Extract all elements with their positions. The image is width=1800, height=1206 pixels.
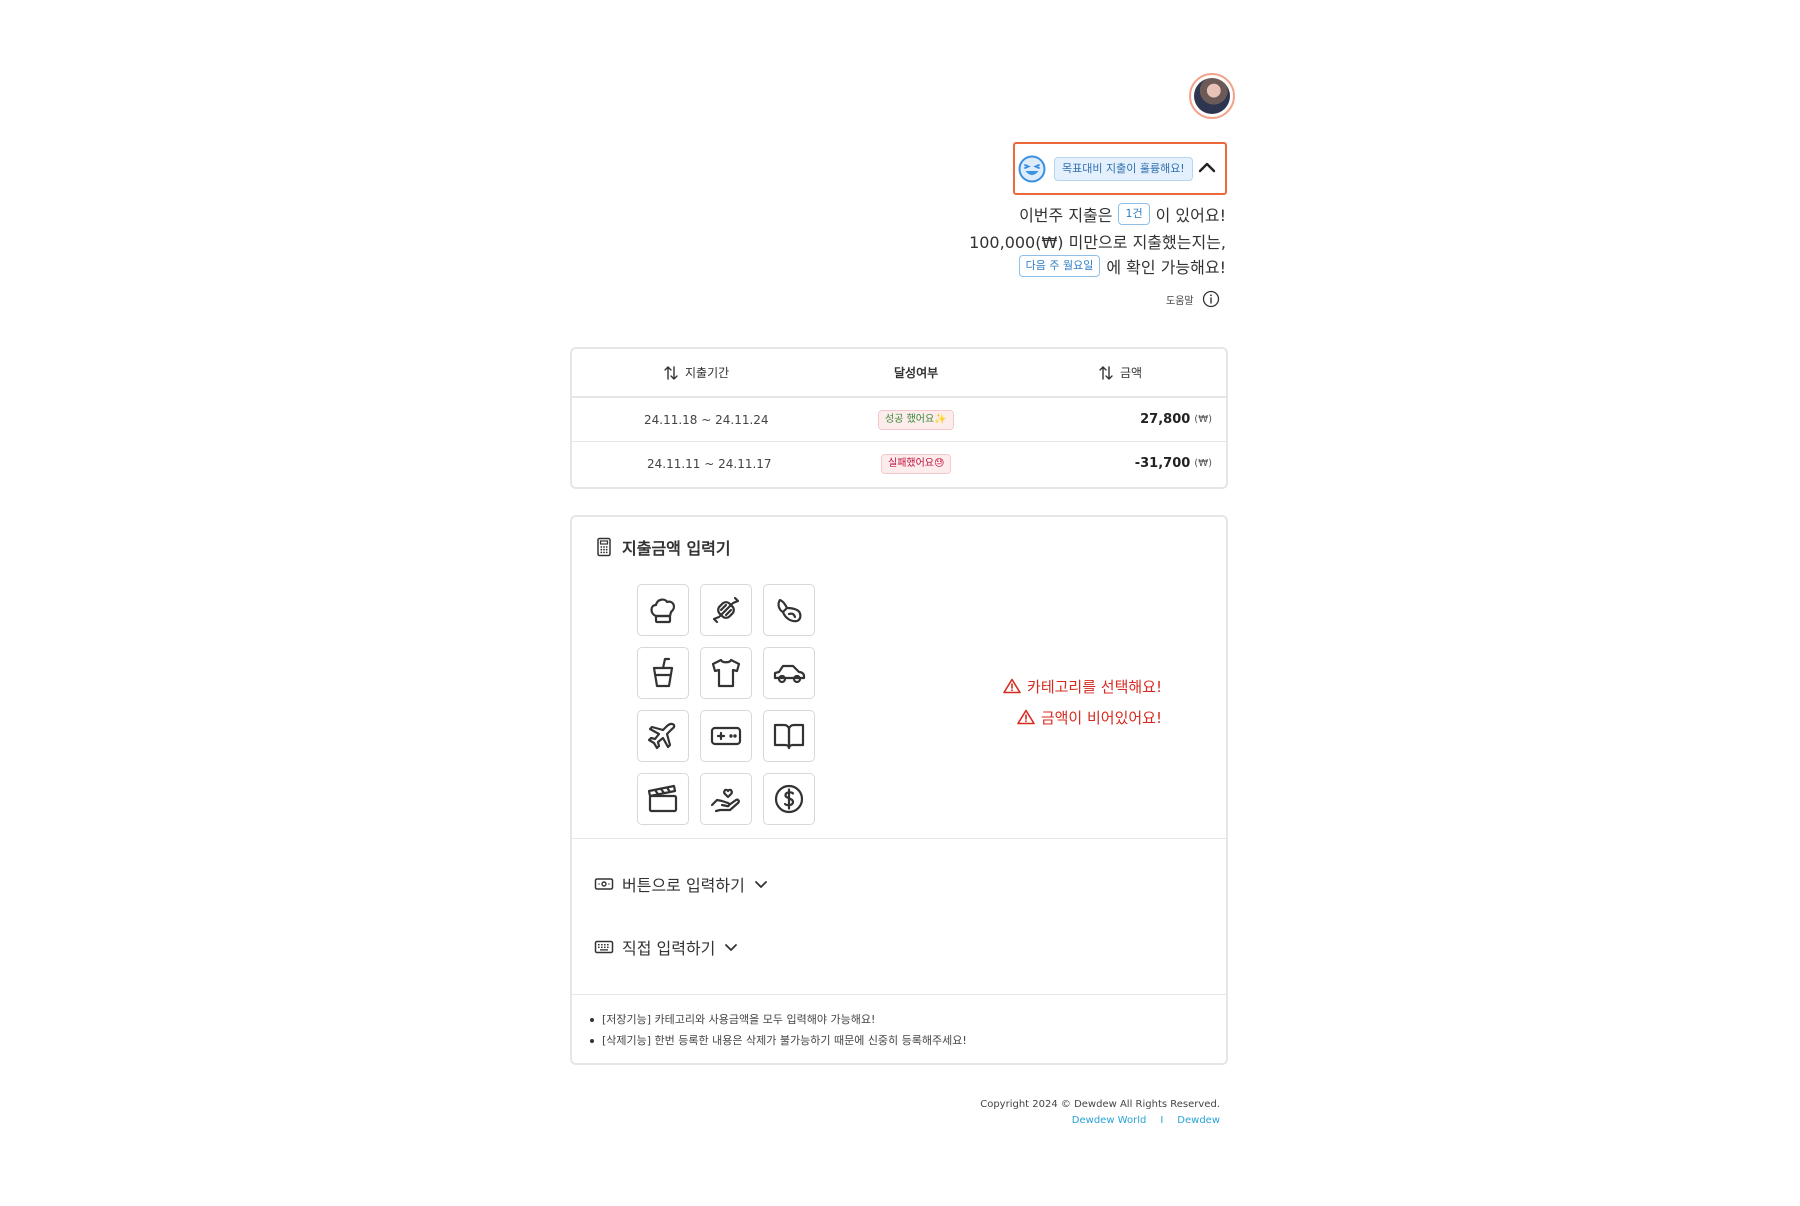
sort-icon (1099, 365, 1113, 380)
car-icon (773, 664, 806, 684)
help-label: 도움말 (1166, 295, 1194, 307)
link-separator: I (1160, 1115, 1164, 1126)
keyboard-icon (594, 940, 614, 954)
divider (572, 838, 1226, 839)
button-input-label: 버튼으로 입력하기 (622, 876, 745, 895)
divider (572, 994, 1226, 995)
shirt-icon (711, 658, 741, 688)
row-period: 24.11.11 ~ 24.11.17 (647, 456, 772, 471)
summary-prefix: 이번주 지출은 (1019, 206, 1113, 225)
count-chip: 1건 (1118, 203, 1150, 225)
status-banner: 목표대비 지출이 훌륭해요! (1013, 142, 1227, 195)
sort-icon (664, 365, 678, 380)
category-drink-button[interactable] (637, 647, 689, 699)
history-table: 지출기간 달성여부 금액 24.11.18 ~ 24.11.24 성공 했어요✨… (570, 347, 1228, 489)
category-snack-button[interactable] (700, 584, 752, 636)
dewdew-world-link[interactable]: Dewdew World (1072, 1113, 1147, 1129)
check-suffix: 에 확인 가능해요! (1106, 258, 1226, 277)
column-amount: 금액 (1120, 366, 1143, 380)
category-clothing-button[interactable] (700, 647, 752, 699)
chevron-down-icon (754, 881, 767, 888)
dewdew-link[interactable]: Dewdew (1177, 1113, 1220, 1129)
category-error-text: 카테고리를 선택해요! (1027, 677, 1162, 696)
category-food-button[interactable] (637, 584, 689, 636)
row-amount: -31,700 (1134, 456, 1191, 471)
table-row: 24.11.18 ~ 24.11.24 성공 했어요✨ 27,800 (₩) (572, 398, 1226, 441)
button-input-toggle[interactable]: 버튼으로 입력하기 (594, 870, 769, 898)
notes-list: [저장기능] 카테고리와 사용금액을 모두 입력해야 가능해요! [삭제기능] … (590, 1009, 967, 1051)
expense-input-panel: 지출금액 입력기 카테고리를 선택해요! 금액이 비어있어요! 버튼으로 입력하… (570, 515, 1228, 1065)
column-result-label: 달성여부 (894, 366, 939, 380)
drink-cup-icon (652, 657, 674, 688)
croissant-icon (777, 598, 802, 623)
row-unit: (₩) (1194, 414, 1212, 425)
row-period: 24.11.18 ~ 24.11.24 (644, 412, 769, 427)
table-header: 지출기간 달성여부 금액 (572, 349, 1226, 398)
warning-icon (1003, 678, 1021, 694)
category-transport-button[interactable] (763, 647, 815, 699)
book-icon (773, 723, 805, 750)
help-button[interactable]: 도움말 (1166, 289, 1220, 309)
status-message: 목표대비 지출이 훌륭해요! (1054, 157, 1193, 181)
weekly-summary: 이번주 지출은 1건 이 있어요! (1019, 202, 1226, 226)
footer: Copyright 2024 © Dewdew All Rights Reser… (980, 1097, 1220, 1129)
row-amount: 27,800 (1140, 412, 1191, 427)
chef-hat-icon (650, 598, 676, 624)
day-chip: 다음 주 월요일 (1018, 255, 1101, 277)
status-badge: 실패했어요😓 (881, 453, 952, 474)
chevron-down-icon (725, 944, 738, 951)
footer-links: Dewdew World I Dewdew (980, 1113, 1220, 1129)
panel-title-label: 지출금액 입력기 (622, 539, 731, 558)
amount-error-text: 금액이 비어있어요! (1040, 708, 1162, 727)
dollar-coin-icon (774, 784, 804, 814)
category-grid (637, 584, 815, 825)
info-icon (1202, 290, 1219, 308)
category-error: 카테고리를 선택해요! (1003, 674, 1162, 698)
category-game-button[interactable] (700, 710, 752, 762)
calculator-icon (597, 537, 611, 557)
category-movie-button[interactable] (637, 773, 689, 825)
clapperboard-icon (647, 784, 678, 813)
warning-icon (1017, 709, 1035, 725)
category-book-button[interactable] (763, 710, 815, 762)
sort-amount-button[interactable]: 금액 (1098, 349, 1142, 396)
column-result: 달성여부 (894, 349, 938, 396)
airplane-icon (647, 722, 676, 750)
category-money-button[interactable] (763, 773, 815, 825)
threshold-text: 100,000(₩) 미만으로 지출했는지는, (969, 233, 1226, 252)
list-item: [저장기능] 카테고리와 사용금액을 모두 입력해야 가능해요! (590, 1009, 967, 1030)
direct-input-label: 직접 입력하기 (622, 939, 716, 958)
list-item: [삭제기능] 한번 등록한 내용은 삭제가 불가능하기 때문에 신중히 등록해주… (590, 1030, 967, 1051)
status-badge: 성공 했어요✨ (878, 409, 954, 430)
avatar-image (1194, 78, 1230, 114)
avatar[interactable] (1189, 73, 1235, 119)
amount-error: 금액이 비어있어요! (1017, 705, 1162, 729)
candy-icon (712, 596, 740, 624)
heart-hand-icon (710, 788, 740, 813)
direct-input-toggle[interactable]: 직접 입력하기 (594, 933, 739, 961)
category-travel-button[interactable] (637, 710, 689, 762)
sort-period-button[interactable]: 지출기간 (663, 349, 729, 396)
copyright-text: Copyright 2024 © Dewdew All Rights Reser… (980, 1099, 1220, 1110)
cash-icon (594, 878, 614, 890)
panel-title: 지출금액 입력기 (594, 535, 731, 559)
check-date-line: 다음 주 월요일 에 확인 가능해요! (1018, 254, 1226, 278)
table-row: 24.11.11 ~ 24.11.17 실패했어요😓 -31,700 (₩) (572, 441, 1226, 484)
category-donation-button[interactable] (700, 773, 752, 825)
summary-suffix: 이 있어요! (1155, 206, 1226, 225)
column-period: 지출기간 (685, 366, 730, 380)
row-unit: (₩) (1194, 458, 1212, 469)
gamepad-icon (710, 726, 742, 746)
laughing-face-icon (1018, 155, 1046, 183)
category-bakery-button[interactable] (763, 584, 815, 636)
chevron-up-icon[interactable] (1195, 156, 1219, 180)
